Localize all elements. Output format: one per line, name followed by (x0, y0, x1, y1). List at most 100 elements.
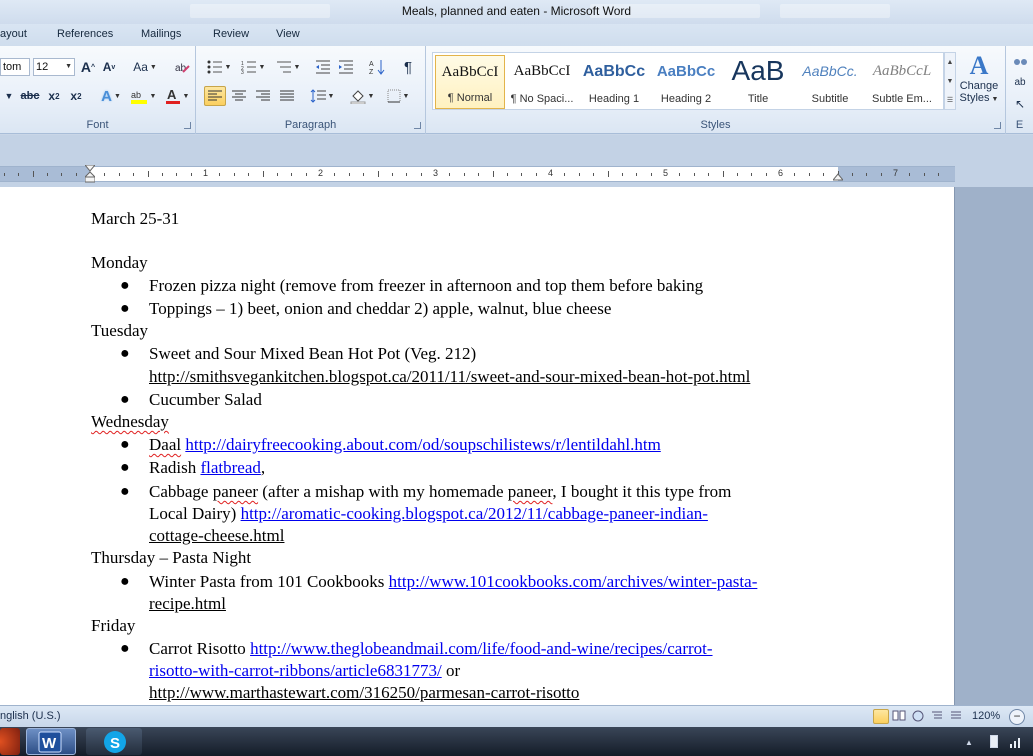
ruler-tick (363, 173, 365, 176)
strikethrough-button[interactable]: abc (19, 86, 41, 106)
recipe-link[interactable]: cottage-cheese.html (149, 525, 284, 547)
subscript-button[interactable]: x2 (45, 86, 63, 106)
replace-icon[interactable]: ab (1010, 72, 1030, 92)
outline-view-button[interactable] (930, 709, 946, 724)
gallery-more-icon[interactable]: ☰ (945, 91, 955, 110)
document-page[interactable]: March 25-31 Monday ● Frozen pizza night … (0, 187, 955, 705)
language-indicator[interactable]: nglish (U.S.) (0, 710, 61, 722)
style-heading-1[interactable]: AaBbCc Heading 1 (579, 55, 649, 109)
font-size-combo[interactable]: 12 ▼ (33, 58, 75, 76)
find-icon[interactable] (1010, 50, 1030, 70)
multilevel-list-button[interactable]: ▼ (273, 57, 303, 77)
style-no-spacing[interactable]: AaBbCcI ¶ No Spaci... (507, 55, 577, 109)
bullet-icon: ● (120, 640, 130, 657)
list-item-text: (after a mishap with my homemade (262, 482, 504, 501)
font-dialog-launcher-icon[interactable] (184, 122, 191, 129)
align-center-button[interactable] (228, 86, 250, 106)
taskbar: W S ▲ (0, 727, 1033, 756)
ruler-tick (593, 173, 595, 176)
font-size-value: 12 (36, 61, 49, 73)
tab-references[interactable]: References (57, 28, 113, 40)
style-normal[interactable]: AaBbCcI ¶ Normal (435, 55, 505, 109)
style-subtle-emphasis[interactable]: AaBbCcL Subtle Em... (867, 55, 937, 109)
list-item-text: paneer (212, 482, 259, 501)
paragraph-dialog-launcher-icon[interactable] (414, 122, 421, 129)
tab-page-layout[interactable]: ayout (0, 28, 27, 40)
recipe-link[interactable]: http://www.101cookbooks.com/archives/win… (389, 572, 758, 591)
right-indent-marker-icon[interactable] (833, 171, 843, 181)
clear-formatting-icon[interactable]: ab (172, 57, 192, 77)
horizontal-ruler[interactable]: 1 2 3 4 5 6 7 (0, 165, 955, 183)
recipe-link[interactable]: recipe.html (149, 593, 226, 615)
recipe-link[interactable]: flatbread (200, 458, 260, 477)
show-formatting-marks-button[interactable]: ¶ (399, 57, 417, 77)
list-item-continued: risotto-with-carrot-ribbons/article68317… (149, 660, 460, 682)
font-group: tom 12 ▼ A ^ Av Aa ▼ ab ▼ abc x2 x2 A ▼ ab ▼… (0, 46, 196, 134)
change-styles-button[interactable]: A Change Styles ▼ (958, 52, 1000, 114)
shrink-font-button[interactable]: Av (101, 57, 117, 77)
highlight-color-button[interactable]: ab ▼ (128, 86, 158, 106)
tab-mailings[interactable]: Mailings (141, 28, 181, 40)
list-item: Cucumber Salad (149, 390, 262, 409)
borders-button[interactable]: ▼ (384, 86, 412, 106)
scroll-down-icon[interactable]: ▼ (945, 72, 955, 91)
style-subtitle[interactable]: AaBbCc. Subtitle (795, 55, 865, 109)
battery-icon[interactable] (990, 735, 998, 748)
select-cursor-icon[interactable]: ↖ (1010, 94, 1030, 114)
superscript-button[interactable]: x2 (67, 86, 85, 106)
shading-button[interactable]: ▼ (348, 86, 376, 106)
recipe-link[interactable]: http://www.theglobeandmail.com/life/food… (250, 639, 712, 658)
change-case-button[interactable]: Aa ▼ (132, 57, 158, 77)
start-button[interactable] (0, 728, 20, 755)
bullets-icon (207, 60, 222, 74)
ruler-tick (348, 173, 350, 176)
bullets-button[interactable]: ▼ (204, 57, 234, 77)
recipe-link[interactable]: http://smithsvegankitchen.blogspot.ca/20… (149, 366, 750, 388)
ruler-tick (305, 173, 307, 176)
grow-font-button[interactable]: A ^ (80, 57, 96, 77)
scroll-up-icon[interactable]: ▲ (945, 53, 955, 72)
recipe-link[interactable]: http://aromatic-cooking.blogspot.ca/2012… (241, 504, 708, 523)
list-item-text: or (441, 661, 461, 680)
recipe-link[interactable]: http://www.marthastewart.com/316250/parm… (149, 682, 579, 704)
signal-icon[interactable] (1010, 736, 1024, 751)
ruler-tick (607, 171, 609, 177)
align-right-button[interactable] (252, 86, 274, 106)
justify-button[interactable] (276, 86, 298, 106)
increase-indent-button[interactable] (336, 57, 356, 77)
styles-gallery-scroll[interactable]: ▲ ▼ ☰ (944, 52, 956, 110)
day-monday: Monday (91, 253, 148, 272)
decrease-indent-button[interactable] (313, 57, 333, 77)
taskbar-word[interactable]: W (26, 728, 76, 755)
tab-review[interactable]: Review (213, 28, 249, 40)
tray-arrow-icon[interactable]: ▲ (965, 738, 973, 747)
taskbar-skype[interactable]: S (86, 728, 142, 755)
font-color-button[interactable]: A ▼ (163, 86, 191, 106)
recipe-link[interactable]: risotto-with-carrot-ribbons/article68317… (149, 661, 442, 680)
tab-view[interactable]: View (276, 28, 300, 40)
draft-view-button[interactable] (949, 709, 965, 724)
recipe-link[interactable]: http://dairyfreecooking.about.com/od/sou… (185, 435, 660, 454)
zoom-out-button[interactable]: − (1009, 709, 1025, 725)
change-styles-label-2: Styles ▼ (959, 92, 999, 104)
style-title[interactable]: AaB Title (723, 55, 793, 109)
text-effects-icon: A (101, 87, 112, 105)
text-effects-button[interactable]: A ▼ (98, 86, 124, 106)
numbering-button[interactable]: 1 2 3 ▼ (238, 57, 268, 77)
web-layout-button[interactable] (911, 709, 927, 724)
style-name: Heading 1 (588, 93, 640, 105)
ruler-tick (636, 173, 638, 176)
style-heading-2[interactable]: AaBbCc Heading 2 (651, 55, 721, 109)
align-left-button[interactable] (204, 86, 226, 106)
dropdown-arrow-icon[interactable]: ▼ (3, 86, 15, 106)
indent-marker-icon[interactable] (85, 165, 95, 183)
full-screen-reading-button[interactable] (892, 709, 908, 724)
ruler-tick (18, 173, 20, 176)
print-layout-view-button[interactable] (873, 709, 889, 724)
line-spacing-button[interactable]: ▼ (308, 86, 336, 106)
sort-button[interactable]: AZ (367, 57, 387, 77)
ruler-tick (61, 173, 63, 176)
styles-dialog-launcher-icon[interactable] (994, 122, 1001, 129)
zoom-level[interactable]: 120% (972, 710, 1000, 722)
font-name-combo[interactable]: tom (0, 58, 30, 76)
